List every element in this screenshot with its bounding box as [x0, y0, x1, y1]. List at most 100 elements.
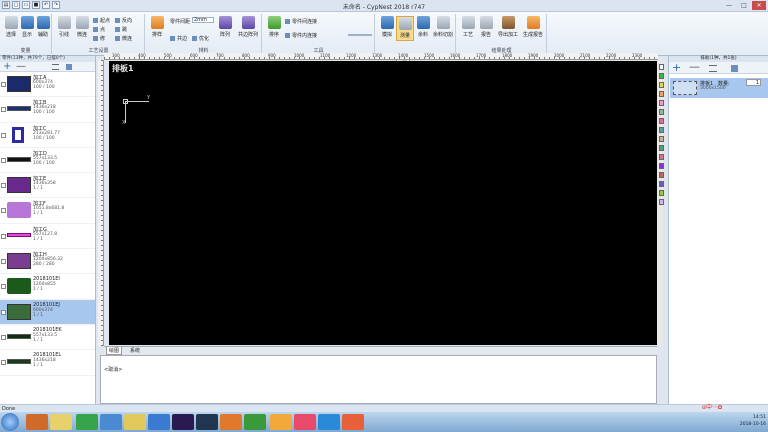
color-swatch[interactable] [659, 64, 664, 70]
taskbar-app-5[interactable] [148, 414, 170, 430]
part-checkbox[interactable] [1, 132, 6, 138]
entry-button[interactable]: 微连 [115, 35, 132, 42]
sheet-list-icon[interactable] [709, 65, 717, 72]
command-output[interactable]: <取消> [100, 355, 657, 404]
color-swatch[interactable] [659, 127, 664, 133]
part-spacing-select[interactable]: 2mm [192, 17, 214, 23]
part-item[interactable]: 2018101EK 557x133.5 1 / 1 [0, 325, 95, 351]
save-sheet-icon[interactable] [731, 65, 738, 72]
taskbar-app-10[interactable] [318, 414, 340, 430]
part-item[interactable]: 加工G 557x127.8 1 / 1 [0, 224, 95, 250]
report-button[interactable]: 报告 [477, 16, 495, 38]
taskbar-app-8[interactable] [270, 414, 292, 430]
part-checkbox[interactable] [1, 82, 6, 87]
taskbar-app-ae[interactable] [172, 414, 194, 430]
tab-drawing[interactable]: 绘图 [106, 347, 123, 355]
start-button[interactable] [1, 413, 19, 431]
order-button[interactable]: 排序 [265, 16, 283, 38]
part-checkbox[interactable] [1, 208, 6, 214]
close-button[interactable]: ✕ [752, 1, 766, 10]
taskbar-app-3[interactable] [100, 414, 122, 430]
color-swatch[interactable] [659, 73, 664, 79]
part-inner-connect-button[interactable]: 零件内连接 [285, 32, 317, 39]
remnant-cut-button[interactable]: 余料切割 [432, 16, 454, 38]
taskbar-app-cypnest[interactable] [342, 414, 364, 430]
taskbar-explorer[interactable] [50, 414, 72, 430]
color-swatch[interactable] [659, 163, 664, 169]
part-item[interactable]: 加工E 1436x358 1 / 1 [0, 173, 95, 199]
cut-point-button[interactable]: 点 [93, 26, 105, 33]
lead-modify-button[interactable]: 修 [93, 35, 105, 42]
save-parts-icon[interactable] [66, 64, 72, 70]
export-process-button[interactable]: 导出加工 [497, 16, 519, 38]
part-item[interactable]: 加工C 213x281.77 100 / 100 [0, 123, 95, 148]
generate-report-button[interactable]: 生成报告 [521, 16, 545, 38]
add-sheet-icon[interactable]: + [672, 62, 681, 73]
maximize-button[interactable]: □ [737, 1, 751, 10]
color-swatch[interactable] [659, 154, 664, 160]
assist-button[interactable]: 辅助 [34, 16, 52, 38]
remnant-button[interactable]: 余料 [414, 16, 432, 38]
array-button[interactable]: 阵列 [216, 16, 234, 38]
part-checkbox[interactable] [1, 259, 6, 265]
color-swatch[interactable] [659, 136, 664, 142]
part-item[interactable]: 加工F 1051.8x681.8 1 / 1 [0, 198, 95, 224]
part-checkbox[interactable] [1, 334, 6, 340]
add-part-icon[interactable]: + [3, 62, 11, 72]
nest-start-button[interactable]: 排样 [148, 16, 166, 38]
leadline-button[interactable]: 引线 [55, 16, 73, 38]
simulate-button[interactable]: 模拟 [378, 16, 396, 38]
common-edge-button[interactable]: 共边 [170, 35, 187, 42]
color-swatch[interactable] [659, 82, 664, 88]
part-checkbox[interactable] [1, 284, 6, 290]
part-connect-button[interactable]: 零件间连接 [285, 18, 317, 25]
taskbar-app-9[interactable] [294, 414, 316, 430]
taskbar-app-2[interactable] [76, 414, 98, 430]
part-item[interactable]: 加工H 1200x856.32 280 / 280 [0, 249, 95, 275]
list-view-icon[interactable] [52, 64, 59, 70]
taskbar-app-v[interactable] [196, 414, 218, 430]
color-swatch[interactable] [659, 181, 664, 187]
color-swatch[interactable] [659, 145, 664, 151]
sheet-item[interactable]: 排板1 3000x1500 数量: 1 [670, 78, 768, 98]
color-swatch[interactable] [659, 190, 664, 196]
part-item[interactable]: 加工B 1436x218 100 / 100 [0, 97, 95, 123]
optimize-button[interactable]: 优化 [192, 35, 209, 42]
part-item[interactable]: 2018101EL 1436x218 1 / 1 [0, 350, 95, 376]
taskbar-app-1[interactable] [26, 414, 48, 430]
taskbar-app-7[interactable] [244, 414, 266, 430]
part-checkbox[interactable] [1, 309, 6, 315]
drawing-canvas[interactable]: 排板1 Y X [109, 61, 657, 345]
microjoint-button[interactable]: 微连 [73, 16, 91, 38]
tab-system[interactable]: 系统 [128, 347, 142, 355]
part-checkbox[interactable] [1, 157, 6, 163]
measure-button[interactable]: 测量 [396, 16, 414, 41]
part-checkbox[interactable] [1, 183, 6, 189]
part-checkbox[interactable] [1, 107, 6, 113]
reverse-button[interactable]: 反向 [115, 17, 132, 24]
color-swatch[interactable] [659, 118, 664, 124]
jump-button[interactable]: 跳 [115, 26, 127, 33]
start-point-button[interactable]: 起点 [93, 17, 110, 24]
color-swatch[interactable] [659, 199, 664, 205]
taskbar-app-6[interactable] [220, 414, 242, 430]
part-item[interactable]: 2018101EI 1200x855 1 / 1 [0, 274, 95, 300]
process-button[interactable]: 工艺 [459, 16, 477, 38]
remove-sheet-icon[interactable]: — [689, 61, 700, 72]
part-item[interactable]: 2018101EJ 600x374 1 / 1 [0, 299, 95, 325]
part-checkbox[interactable] [1, 360, 6, 366]
speed-slider[interactable] [348, 34, 372, 36]
taskbar-app-4[interactable] [124, 414, 146, 430]
remove-part-icon[interactable]: — [16, 62, 26, 72]
common-array-button[interactable]: 共边阵列 [236, 16, 260, 38]
sheet-qty-input[interactable]: 1 [746, 79, 761, 86]
color-swatch[interactable] [659, 109, 664, 115]
color-swatch[interactable] [659, 100, 664, 106]
part-checkbox[interactable] [1, 233, 6, 239]
part-item[interactable]: 加工A 600x374 100 / 100 [0, 72, 95, 98]
part-item[interactable]: 加工D 557x133.5 100 / 100 [0, 148, 95, 174]
color-swatch[interactable] [659, 91, 664, 97]
minimize-button[interactable]: — [722, 1, 736, 10]
ime-indicator-icon[interactable]: ɞ中·◦✿ [702, 402, 722, 411]
color-swatch[interactable] [659, 172, 664, 178]
